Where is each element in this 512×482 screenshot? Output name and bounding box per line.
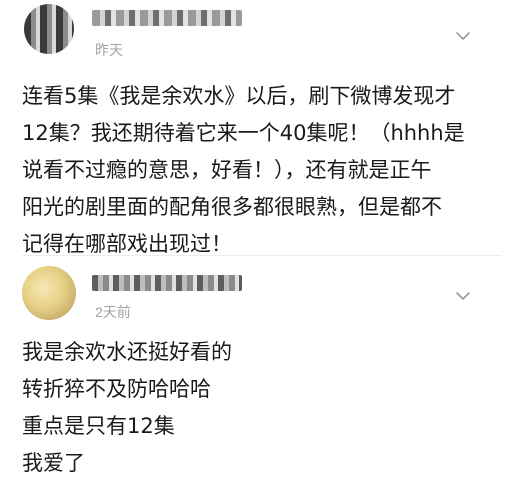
chevron-down-icon[interactable]	[455, 290, 471, 302]
avatar[interactable]	[22, 266, 76, 320]
comment-time: 2天前	[95, 304, 131, 320]
username-blurred[interactable]	[92, 275, 242, 291]
comment-line: 我爱了	[22, 451, 85, 475]
comment-body: 我是余欢水还挺好看的 转折猝不及防哈哈哈 重点是只有12集 我爱了	[22, 334, 502, 482]
comment-line: 转折猝不及防哈哈哈	[22, 377, 211, 401]
comment-2: 2天前 我是余欢水还挺好看的 转折猝不及防哈哈哈 重点是只有12集 我爱了	[0, 0, 512, 479]
comment-line: 我是余欢水还挺好看的	[22, 340, 232, 364]
comment-line: 重点是只有12集	[22, 414, 175, 438]
